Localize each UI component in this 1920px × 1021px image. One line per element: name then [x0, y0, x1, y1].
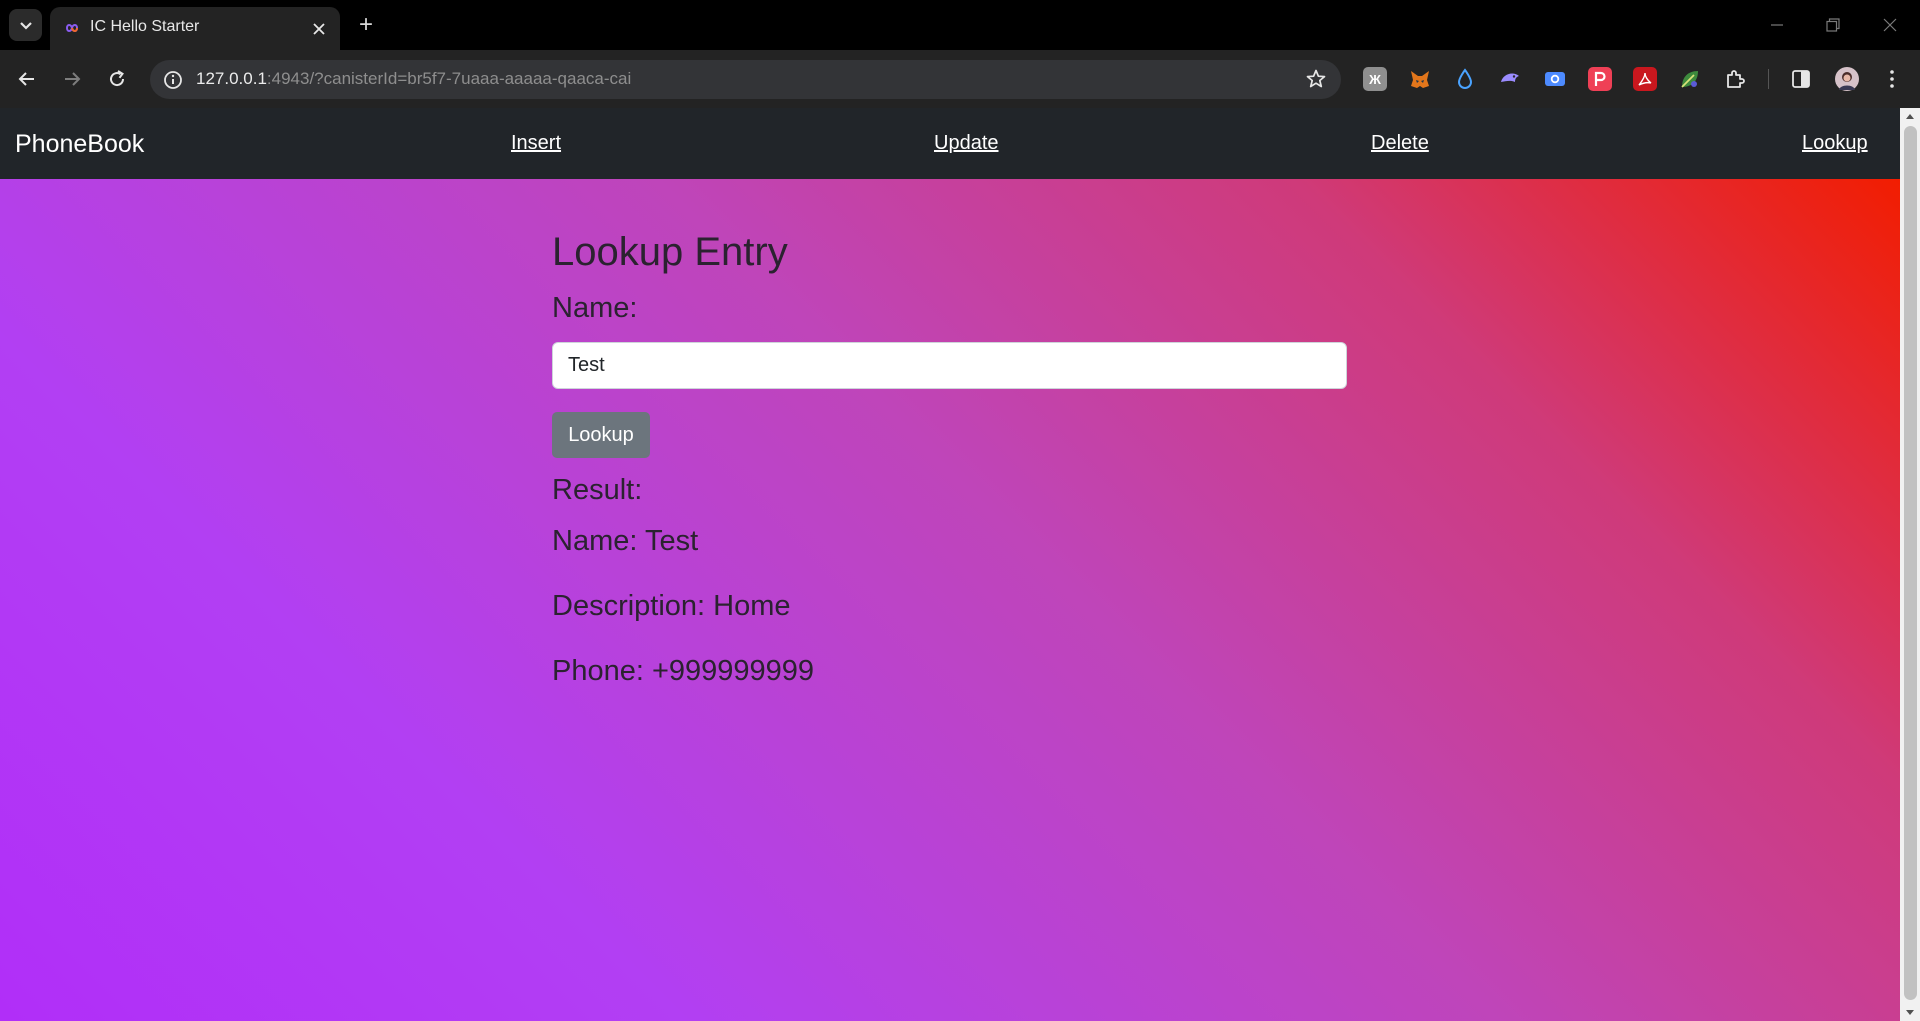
- camera-icon[interactable]: [1543, 67, 1567, 91]
- browser-tab[interactable]: IC Hello Starter: [50, 7, 340, 50]
- result-phone: Phone: +999999999: [552, 655, 815, 687]
- result-description: Description: Home: [552, 590, 791, 622]
- nav-link-insert[interactable]: Insert: [511, 132, 561, 155]
- page-body: Lookup Entry Name: Lookup Result: Name: …: [0, 179, 1900, 1021]
- close-window-button[interactable]: [1867, 8, 1913, 42]
- address-bar[interactable]: 127.0.0.1:4943/?canisterId=br5f7-7uaaa-a…: [150, 60, 1341, 99]
- minimize-icon: [1771, 24, 1783, 26]
- infinity-logo-icon: [65, 24, 79, 32]
- result-label: Result:: [552, 474, 643, 506]
- scroll-down-arrow-icon[interactable]: [1900, 1005, 1920, 1021]
- profile-avatar[interactable]: [1835, 67, 1859, 91]
- dolphin-icon[interactable]: [1498, 67, 1522, 91]
- browser-toolbar: 127.0.0.1:4943/?canisterId=br5f7-7uaaa-a…: [0, 50, 1920, 108]
- name-label: Name:: [552, 292, 638, 324]
- metamask-fox-icon[interactable]: [1408, 67, 1432, 91]
- page-scrollbar[interactable]: [1900, 108, 1920, 1021]
- reload-icon: [110, 70, 125, 87]
- brand-title[interactable]: PhoneBook: [15, 130, 144, 159]
- name-input[interactable]: [552, 342, 1347, 389]
- scroll-up-arrow-icon[interactable]: [1900, 108, 1920, 124]
- lookup-button[interactable]: Lookup: [552, 412, 650, 458]
- acrobat-icon[interactable]: [1633, 67, 1657, 91]
- arrow-right-icon: [65, 72, 81, 86]
- minimize-button[interactable]: [1754, 8, 1800, 42]
- bookmark-star-icon[interactable]: [1305, 68, 1327, 90]
- extensions-puzzle-icon[interactable]: [1723, 67, 1747, 91]
- scrollbar-thumb[interactable]: [1904, 126, 1917, 1000]
- restore-button[interactable]: [1810, 8, 1856, 42]
- avatar-icon: [1839, 72, 1855, 90]
- reload-button[interactable]: [100, 62, 134, 96]
- nav-link-delete[interactable]: Delete: [1371, 132, 1429, 155]
- arrow-left-icon: [18, 72, 34, 86]
- result-name: Name: Test: [552, 525, 699, 557]
- back-button[interactable]: [10, 62, 44, 96]
- tab-title: IC Hello Starter: [90, 18, 200, 35]
- pocket-icon[interactable]: [1588, 67, 1612, 91]
- droplet-icon[interactable]: [1453, 67, 1477, 91]
- url-text[interactable]: 127.0.0.1:4943/?canisterId=br5f7-7uaaa-a…: [196, 69, 631, 89]
- app-navbar: PhoneBook Insert Update Delete Lookup: [0, 108, 1900, 179]
- url-path: :4943/?canisterId=br5f7-7uaaa-aaaaa-qaac…: [266, 69, 632, 88]
- browser-menu-icon[interactable]: [1880, 67, 1904, 91]
- url-host: 127.0.0.1: [196, 69, 267, 88]
- browser-tab-strip: IC Hello Starter +: [0, 0, 1920, 50]
- leaf-icon[interactable]: [1678, 67, 1702, 91]
- nav-link-update[interactable]: Update: [934, 132, 999, 155]
- chevron-down-icon: [19, 22, 32, 30]
- page-viewport: PhoneBook Insert Update Delete Lookup Lo…: [0, 108, 1920, 1021]
- info-icon[interactable]: [162, 69, 184, 91]
- restore-icon: [1826, 18, 1840, 32]
- side-panel-icon[interactable]: [1789, 67, 1813, 91]
- page-title: Lookup Entry: [552, 230, 788, 274]
- nav-link-lookup[interactable]: Lookup: [1802, 132, 1868, 155]
- close-tab-icon[interactable]: [308, 18, 330, 40]
- toolbar-separator: [1768, 69, 1769, 89]
- tab-search-button[interactable]: [9, 9, 42, 41]
- close-icon: [1883, 18, 1897, 32]
- new-tab-button[interactable]: +: [351, 10, 381, 40]
- forward-button[interactable]: [55, 62, 89, 96]
- puzzle-square-extension-icon[interactable]: Ж: [1363, 67, 1387, 91]
